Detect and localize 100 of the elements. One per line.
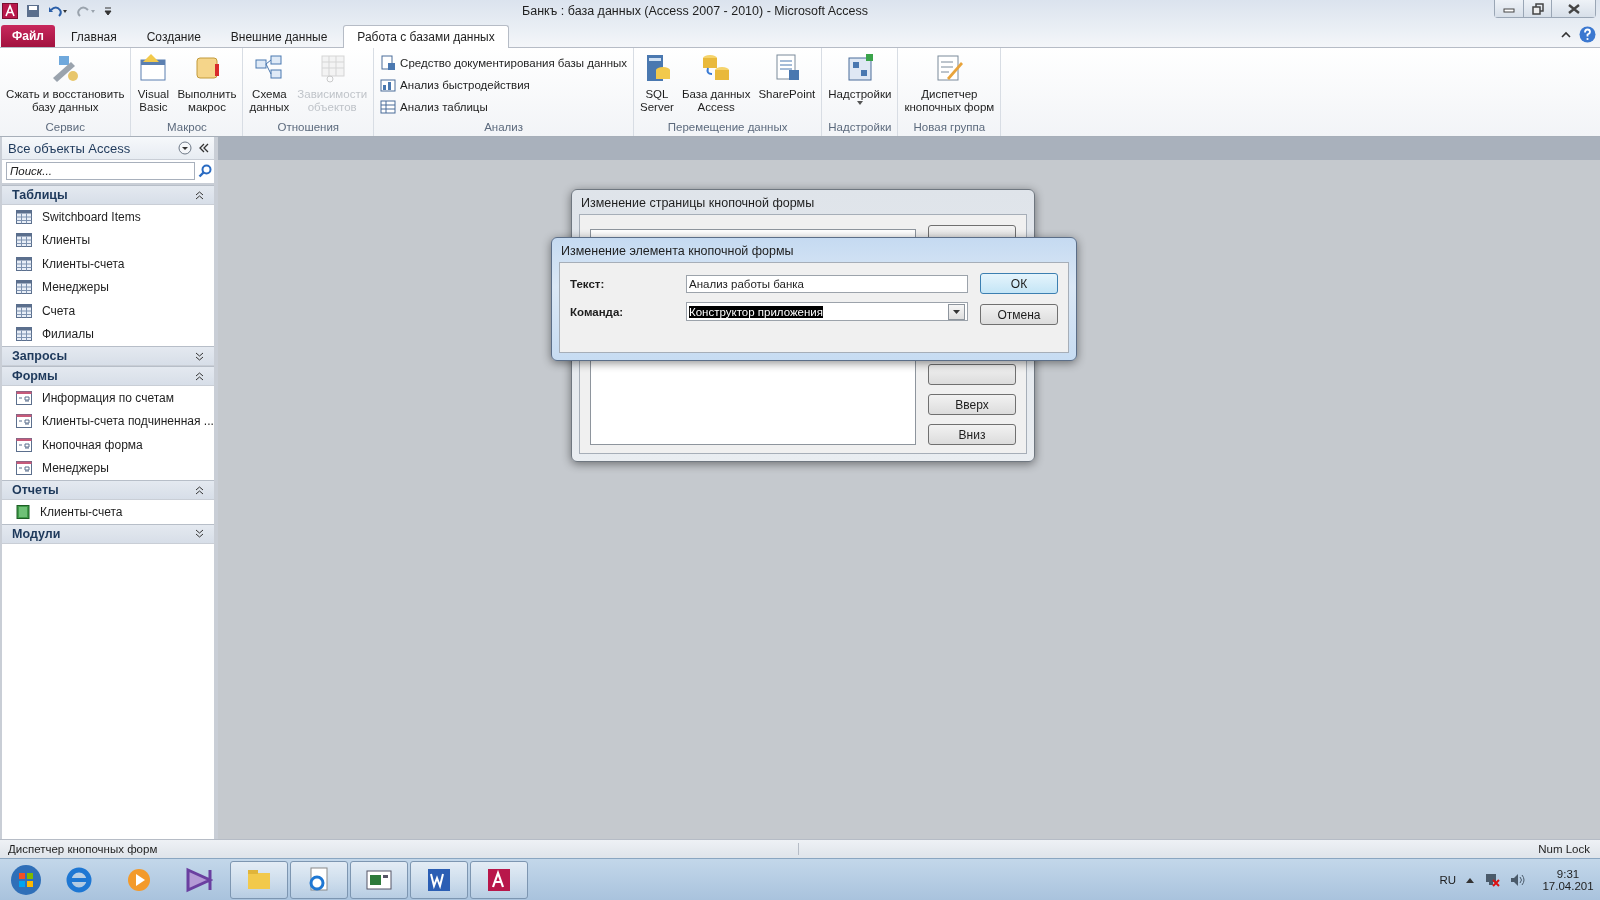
search-field[interactable]: Поиск... [6,162,195,180]
dialog-button[interactable]: Отмена [980,304,1058,325]
caret-icon [953,309,960,314]
dialog-button[interactable]: Вверх [928,394,1016,415]
collapse-pane-icon[interactable] [198,143,210,153]
taskbar-app[interactable] [230,860,288,899]
clock-date[interactable]: 17.04.201 [1542,879,1594,892]
taskbar-app[interactable] [350,860,408,899]
object-item[interactable]: Менеджеры [42,461,109,476]
object-item[interactable]: Клиенты-счета [40,504,123,519]
caret-icon [856,100,863,105]
dropdown-icon[interactable] [178,141,192,155]
ribbon-button[interactable]: SharePoint [755,50,819,103]
taskbar-app[interactable] [290,860,348,899]
collapse-icon[interactable] [195,485,204,495]
object-item[interactable]: Кнопочная форма [42,437,143,452]
table-icon [16,256,32,271]
form-icon [16,437,32,452]
ribbon-button[interactable]: База данных Access [678,50,754,115]
table-icon [16,303,32,318]
report-icon [16,504,30,519]
browser-icon [65,865,93,894]
object-item[interactable]: Клиенты-счета подчиненная ... [42,414,214,429]
table-icon [16,209,32,224]
save-icon[interactable] [26,4,40,18]
file-tab[interactable]: Файл [1,25,55,47]
ribbon-tab[interactable]: Создание [132,25,215,48]
collapse-icon[interactable] [195,371,204,381]
dialog-button[interactable]: ОК [980,273,1058,294]
ribbon-button[interactable]: Visual Basic [134,50,173,115]
form-icon [16,390,32,405]
object-item[interactable]: Switchboard Items [42,209,141,224]
taskbar-app[interactable] [470,860,528,899]
clock-time[interactable]: 9:31 [1556,867,1580,880]
app-icon[interactable] [2,3,18,19]
group-label: Макрос [167,121,207,135]
group-label: Перемещение данных [667,121,788,135]
document-icon [380,55,397,71]
ribbon-tab[interactable]: Работа с базами данных [343,25,509,48]
group-header[interactable]: Таблицы [2,185,214,205]
tray-arrow-icon[interactable] [1466,876,1474,883]
dialog-title: Изменение элемента кнопочной формы [560,243,795,260]
taskbar-app[interactable] [410,860,468,899]
undo-icon[interactable] [48,4,68,18]
table-icon [16,233,32,248]
ribbon-button[interactable]: Сжать и восстановить базу данных [3,50,128,115]
object-item[interactable]: Счета [42,303,76,318]
chart-icon [380,77,397,93]
object-item[interactable]: Информация по счетам [42,390,174,405]
group-title: Модули [12,526,61,541]
group-header[interactable]: Модули [2,523,214,544]
volume-icon[interactable] [1510,872,1526,887]
field-label: Текст: [570,277,606,292]
minimize-ribbon-icon[interactable] [1561,30,1571,39]
customize-icon[interactable] [104,6,112,16]
group-title: Запросы [12,349,68,363]
ribbon-button[interactable]: SQL Server [637,50,677,115]
ribbon-button[interactable]: Анализ быстродействия [377,76,533,94]
table-icon [380,99,397,115]
network-icon[interactable] [1484,872,1500,887]
status-indicator: Num Lock [1538,843,1591,855]
collapse-icon[interactable] [195,190,204,200]
pane-title: Все объекты Access [8,140,132,156]
field-label: Команда: [570,304,625,320]
ribbon-button[interactable]: Диспетчер кнопочных форм [901,50,998,115]
dialog-button[interactable]: Вниз [928,424,1016,445]
restore-button[interactable] [1523,0,1551,17]
expand-icon[interactable] [195,529,204,538]
ribbon-tab[interactable]: Главная [57,25,131,48]
object-item[interactable]: Менеджеры [42,280,109,295]
form-icon [16,461,32,476]
group-header[interactable]: Запросы [2,346,214,366]
table-icon [16,327,32,342]
group-label: Сервис [45,121,85,135]
windows-logo-icon [10,863,42,896]
ribbon-button[interactable]: Анализ таблицы [377,98,491,116]
restore-icon [1531,2,1544,15]
language-indicator[interactable]: RU [1439,873,1456,886]
input-field[interactable]: Анализ работы банка [686,275,968,293]
group-title: Таблицы [12,188,68,202]
close-button[interactable] [1551,0,1595,17]
group-label: Отношения [277,121,340,135]
search-icon[interactable] [198,164,212,178]
dialog-button[interactable] [928,364,1016,385]
ribbon-button[interactable]: Средство документирования базы данных [377,54,630,72]
combo-box[interactable]: Конструктор приложения [686,302,968,321]
ribbon-button[interactable]: Надстройки [825,50,895,107]
group-title: Отчеты [12,483,59,497]
help-icon[interactable] [1579,26,1596,43]
object-item[interactable]: Клиенты [42,233,91,248]
group-header[interactable]: Формы [2,366,214,386]
form-icon [16,414,32,429]
window-title: Банкъ : база данных (Access 2007 - 2010) - Microsoft Access [522,4,870,18]
ribbon-button[interactable]: Схема данных [246,50,293,115]
ribbon-tab[interactable]: Внешние данные [216,25,342,48]
object-item[interactable]: Клиенты-счета [42,256,125,271]
expand-icon[interactable] [195,351,204,361]
group-header[interactable]: Отчеты [2,480,214,500]
object-item[interactable]: Филиалы [42,327,94,342]
ribbon-button[interactable]: Выполнить макрос [174,50,240,115]
